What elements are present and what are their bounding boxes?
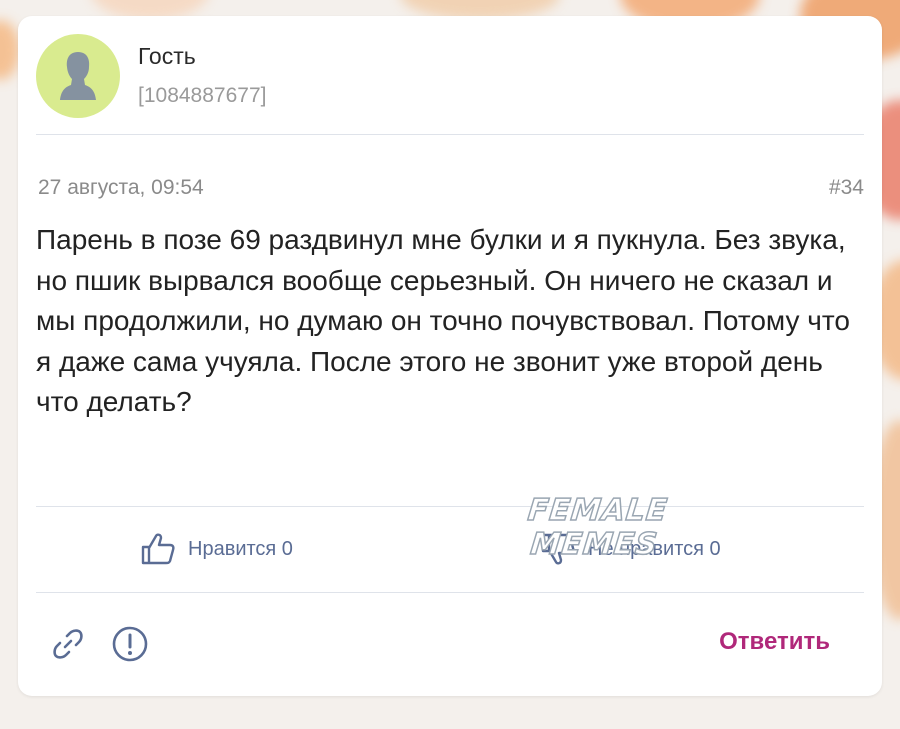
watermark-line-1: FEMALE bbox=[525, 492, 670, 529]
post-body: Парень в позе 69 раздвинул мне булки и я… bbox=[36, 224, 850, 417]
watermark: FEMALE MEMES bbox=[512, 492, 679, 563]
like-button[interactable]: Нравится 0 bbox=[140, 532, 293, 566]
report-button[interactable] bbox=[110, 624, 150, 664]
watermark-line-2: MEMES bbox=[528, 526, 660, 563]
link-icon bbox=[53, 629, 83, 659]
thumbs-up-icon bbox=[141, 533, 175, 565]
header-divider bbox=[36, 134, 864, 135]
avatar[interactable] bbox=[36, 34, 120, 118]
background-leaf bbox=[0, 20, 20, 80]
author-name[interactable]: Гость bbox=[138, 43, 196, 70]
like-count-label: Нравится 0 bbox=[188, 537, 293, 560]
exclamation-circle-icon bbox=[112, 626, 148, 662]
user-silhouette-icon bbox=[60, 52, 96, 100]
author-id: [1084887677] bbox=[138, 84, 267, 107]
body-divider bbox=[36, 506, 864, 507]
reactions-divider bbox=[36, 592, 864, 593]
post-card: Гость [1084887677] 27 августа, 09:54 #34… bbox=[18, 16, 882, 696]
post-date: 27 августа, 09:54 bbox=[38, 176, 204, 199]
link-button[interactable] bbox=[48, 624, 88, 664]
post-number: #34 bbox=[828, 176, 864, 199]
reply-button[interactable]: Ответить bbox=[719, 628, 830, 656]
